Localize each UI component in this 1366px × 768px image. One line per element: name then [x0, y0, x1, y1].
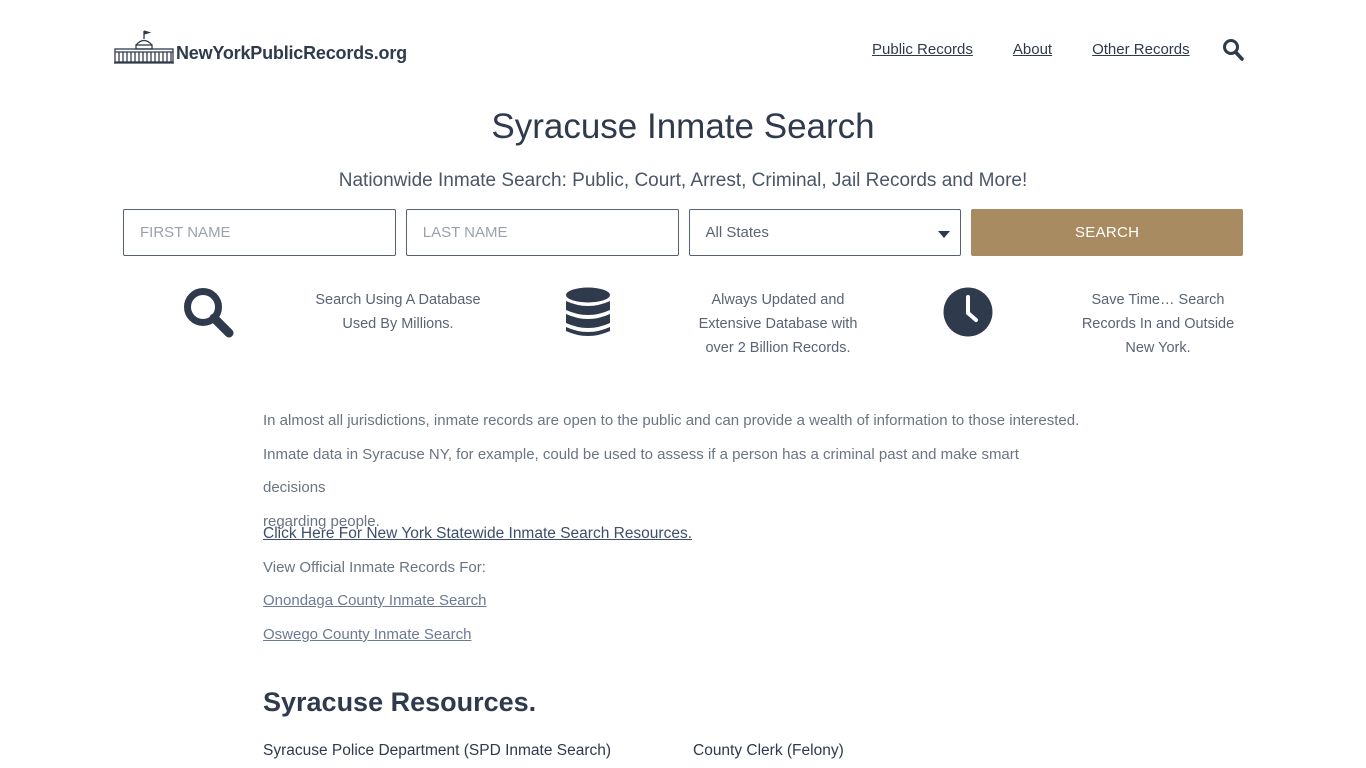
search-icon[interactable]: [1222, 38, 1244, 62]
caret-down-icon: [938, 231, 951, 238]
resources-heading: Syracuse Resources.: [263, 687, 537, 717]
state-select[interactable]: All States: [688, 209, 962, 256]
nav-about[interactable]: About: [1013, 40, 1052, 60]
onondaga-county-link[interactable]: Onondaga County Inmate Search: [263, 592, 486, 609]
search-icon: [184, 288, 234, 338]
site-header: NewYorkPublicRecords.org Public Records …: [0, 0, 1366, 100]
page-title: Syracuse Inmate Search: [491, 107, 875, 146]
statewide-resources-link[interactable]: Click Here For New York Statewide Inmate…: [263, 525, 692, 543]
site-logo[interactable]: NewYorkPublicRecords.org: [114, 30, 407, 64]
logo-text: NewYorkPublicRecords.org: [176, 43, 407, 63]
search-button[interactable]: SEARCH: [971, 209, 1244, 256]
page-subtitle: Nationwide Inmate Search: Public, Court,…: [338, 170, 1028, 191]
main-nav: Public Records About Other Records: [872, 40, 1230, 60]
database-icon: [566, 287, 610, 336]
intro-paragraph: In almost all jurisdictions, inmate reco…: [263, 404, 1083, 538]
clock-icon: [943, 287, 993, 337]
state-select-value: All States: [705, 224, 769, 241]
feature-text-database: Search Using A Database Used By Millions…: [315, 292, 481, 332]
intro-line-2: Inmate data in Syracuse NY, for example,…: [263, 445, 1019, 497]
nav-public-records[interactable]: Public Records: [872, 40, 973, 60]
resource-county-clerk[interactable]: County Clerk (Felony): [693, 742, 844, 760]
last-name-input[interactable]: [405, 209, 679, 256]
resource-police-department[interactable]: Syracuse Police Department (SPD Inmate S…: [263, 742, 611, 760]
feature-text-updated: Always Updated and Extensive Database wi…: [698, 292, 858, 356]
inmate-search-form: All States SEARCH: [123, 209, 1244, 256]
first-name-input[interactable]: [123, 209, 396, 256]
feature-text-save-time: Save Time… Search Records In and Outside…: [1081, 292, 1235, 356]
oswego-county-link[interactable]: Oswego County Inmate Search: [263, 626, 471, 643]
view-official-label: View Official Inmate Records For:: [263, 559, 486, 576]
capitol-building-icon: [114, 30, 174, 64]
intro-line-1: In almost all jurisdictions, inmate reco…: [263, 412, 1080, 429]
nav-other-records[interactable]: Other Records: [1092, 40, 1190, 60]
